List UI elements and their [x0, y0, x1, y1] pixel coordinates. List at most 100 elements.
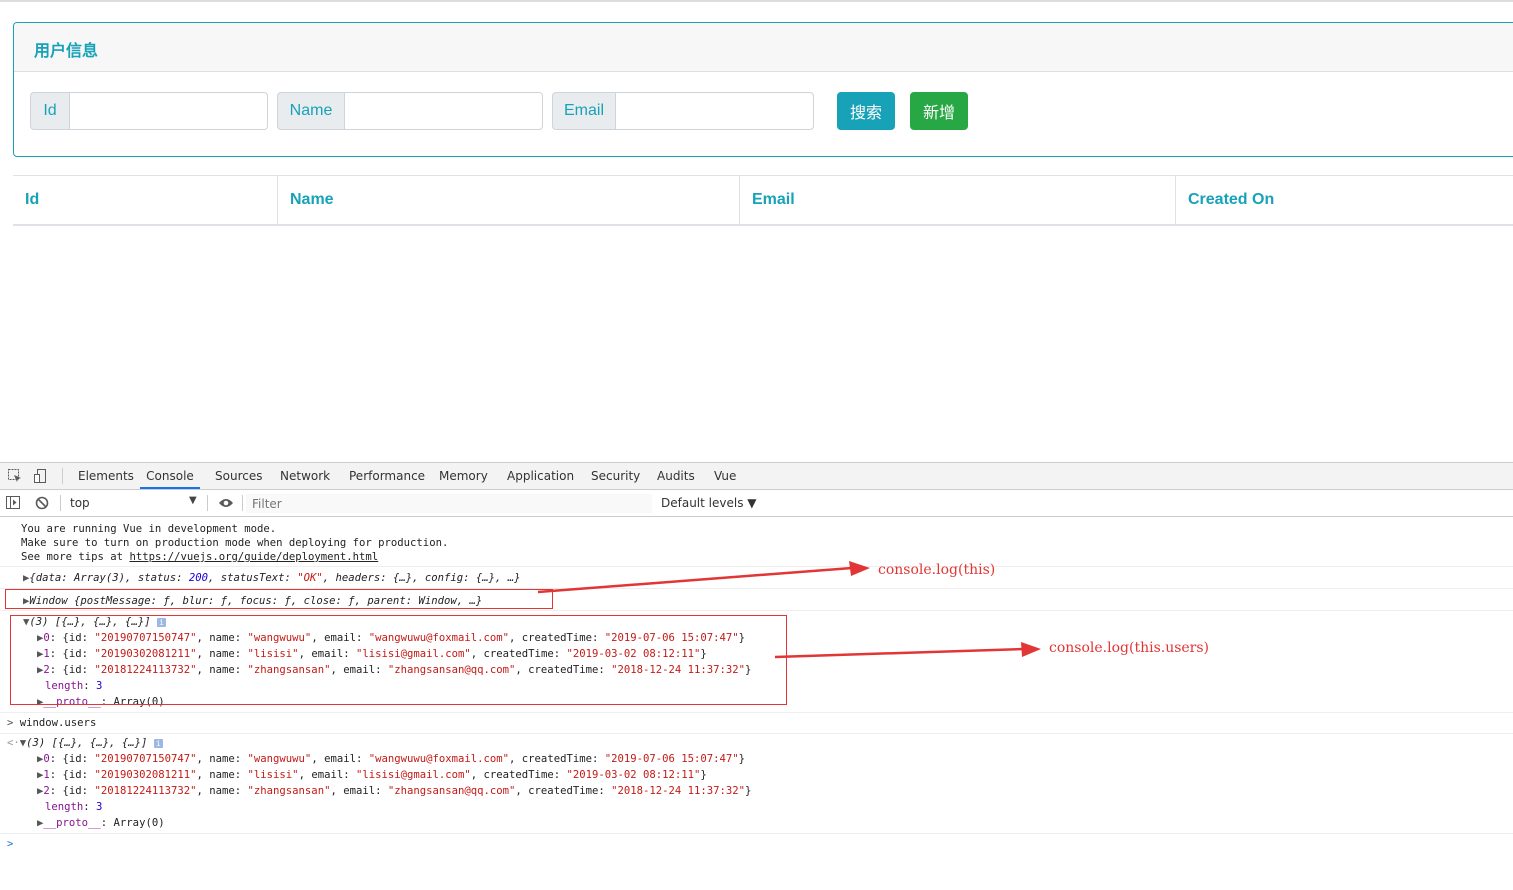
id-field[interactable] [69, 92, 268, 130]
tab-performance[interactable]: Performance [349, 463, 425, 489]
vue-docs-link[interactable]: https://vuejs.org/guide/deployment.html [129, 551, 378, 563]
console-result[interactable]: <·▼(3) [{…}, {…}, {…}] i [7, 736, 163, 750]
item-id: "20190302081211" [94, 769, 197, 781]
array-item[interactable]: ▶0: {id: "20190707150747", name: "wangwu… [37, 752, 745, 766]
toolbar-divider [60, 495, 61, 511]
proto-value: : Array(0) [100, 696, 165, 708]
name-field[interactable] [344, 92, 543, 130]
add-button[interactable]: 新增 [910, 92, 968, 130]
proto-key: __proto__ [43, 817, 101, 829]
array-item[interactable]: ▶1: {id: "20190302081211", name: "lisisi… [37, 647, 707, 661]
array-item[interactable]: ▶2: {id: "20181224113732", name: "zhangs… [37, 663, 751, 677]
array-item[interactable]: ▶2: {id: "20181224113732", name: "zhangs… [37, 784, 751, 798]
device-toolbar-icon[interactable] [33, 468, 49, 484]
item-created-time: "2019-07-06 15:07:47" [604, 632, 739, 644]
email-field[interactable] [615, 92, 814, 130]
console-text: (3) [{…}, {…}, {…}] [26, 737, 148, 749]
info-icon[interactable]: i [153, 739, 163, 748]
item-name: "wangwuwu" [247, 632, 312, 644]
users-table: Id Name Email Created On [13, 175, 1513, 226]
item-id: "20181224113732" [94, 785, 197, 797]
console-text: , statusText: [207, 572, 298, 584]
array-proto[interactable]: ▶__proto__: Array(0) [37, 695, 165, 709]
console-array[interactable]: ▼(3) [{…}, {…}, {…}] i [23, 615, 166, 629]
console-object[interactable]: ▶Window {postMessage: ƒ, blur: ƒ, focus:… [23, 594, 482, 608]
item-name: "lisisi" [247, 648, 299, 660]
console-number: 200 [188, 572, 208, 584]
array-length: length: 3 [45, 801, 103, 813]
item-name: "lisisi" [247, 769, 299, 781]
tab-sources[interactable]: Sources [215, 463, 262, 489]
item-id: "20181224113732" [94, 664, 197, 676]
context-selector[interactable]: top [70, 496, 90, 510]
item-created-time: "2019-03-02 08:12:11" [566, 648, 701, 660]
array-item[interactable]: ▶1: {id: "20190302081211", name: "lisisi… [37, 768, 707, 782]
item-email: "wangwuwu@foxmail.com" [368, 632, 510, 644]
console-filter-input[interactable] [246, 494, 652, 513]
item-created-time: "2018-12-24 11:37:32" [611, 785, 746, 797]
length-value: 3 [96, 680, 103, 692]
column-header-id[interactable]: Id [13, 176, 278, 224]
row-divider [0, 588, 1513, 589]
item-index: 0 [43, 753, 50, 765]
email-input-group: Email [552, 92, 814, 130]
name-label: Name [277, 92, 344, 130]
item-index: 2 [43, 785, 50, 797]
search-button[interactable]: 搜索 [837, 92, 895, 130]
item-email: "wangwuwu@foxmail.com" [368, 753, 510, 765]
name-input-group: Name [277, 92, 543, 130]
result-arrow-icon: <· [7, 737, 20, 749]
console-message: Make sure to turn on production mode whe… [21, 537, 449, 549]
console-text: (3) [{…}, {…}, {…}] [29, 616, 151, 628]
console-input: > window.users [7, 716, 96, 730]
card-title: 用户信息 [14, 23, 1513, 72]
log-levels-dropdown[interactable]: Default levels ▼ [661, 496, 757, 510]
console-message: See more tips at https://vuejs.org/guide… [21, 550, 378, 564]
item-index: 1 [43, 769, 50, 781]
console-command: window.users [19, 717, 97, 729]
item-index: 2 [43, 664, 50, 676]
tab-application[interactable]: Application [507, 463, 574, 489]
inspect-element-icon[interactable] [7, 468, 23, 484]
chevron-down-icon[interactable]: ▼ [189, 495, 197, 506]
user-info-card: 用户信息 Id Name Email 搜索 新增 [13, 22, 1513, 157]
id-label: Id [30, 92, 69, 130]
item-created-time: "2018-12-24 11:37:32" [611, 664, 746, 676]
item-id: "20190707150747" [94, 632, 197, 644]
column-header-created-on[interactable]: Created On [1175, 176, 1513, 224]
row-divider [0, 566, 1513, 567]
tab-memory[interactable]: Memory [439, 463, 488, 489]
item-index: 1 [43, 648, 50, 660]
clear-console-icon[interactable] [35, 496, 49, 513]
array-item[interactable]: ▶0: {id: "20190707150747", name: "wangwu… [37, 631, 745, 645]
item-index: 0 [43, 632, 50, 644]
console-output: You are running Vue in development mode.… [0, 517, 1513, 890]
length-key: length [45, 680, 84, 692]
console-message: You are running Vue in development mode. [21, 523, 277, 535]
info-icon[interactable]: i [156, 618, 166, 627]
length-value: 3 [96, 801, 103, 813]
column-header-name[interactable]: Name [277, 176, 739, 224]
console-text: {data: Array(3), status: [29, 572, 189, 584]
tabbar-divider [62, 468, 63, 484]
console-prompt-input[interactable]: > [7, 837, 13, 851]
tab-console[interactable]: Console [140, 463, 200, 489]
proto-value: : Array(0) [100, 817, 165, 829]
toolbar-divider [242, 495, 243, 511]
tab-network[interactable]: Network [280, 463, 330, 489]
prompt-chevron-icon: > [7, 717, 14, 729]
sidebar-toggle-icon[interactable] [6, 496, 21, 513]
tab-elements[interactable]: Elements [78, 463, 134, 489]
tab-security[interactable]: Security [591, 463, 640, 489]
eye-icon[interactable] [218, 497, 234, 512]
tab-audits[interactable]: Audits [657, 463, 695, 489]
email-label: Email [552, 92, 615, 130]
array-proto[interactable]: ▶__proto__: Array(0) [37, 816, 165, 830]
console-text: See more tips at [21, 551, 130, 563]
console-text: Window {postMessage: ƒ, blur: ƒ, focus: … [29, 595, 483, 607]
console-object[interactable]: ▶{data: Array(3), status: 200, statusTex… [23, 571, 521, 585]
annotation-label-this: console.log(this) [878, 562, 996, 578]
tab-vue[interactable]: Vue [714, 463, 736, 489]
row-divider [0, 610, 1513, 611]
column-header-email[interactable]: Email [739, 176, 1175, 224]
